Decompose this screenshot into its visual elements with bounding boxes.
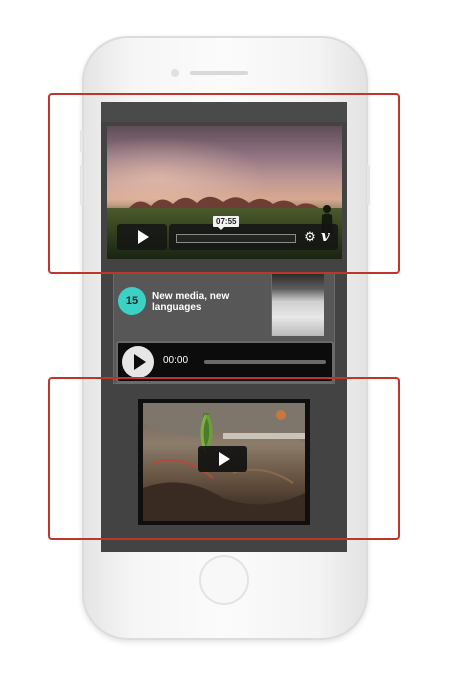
home-button[interactable] xyxy=(199,555,249,605)
audio-progress-track[interactable] xyxy=(204,360,326,364)
front-camera xyxy=(171,69,179,77)
earpiece-speaker xyxy=(190,71,248,75)
episode-number-badge: 15 xyxy=(118,287,146,315)
audio-time: 00:00 xyxy=(163,355,189,366)
audio-play-button[interactable] xyxy=(122,346,154,378)
highlight-frame-bottom xyxy=(48,377,400,540)
episode-thumbnail xyxy=(271,273,324,336)
podcast-card: 15 New media, new languages 00:00 xyxy=(113,272,335,384)
play-icon xyxy=(133,354,146,370)
episode-title[interactable]: New media, new languages xyxy=(152,291,270,313)
highlight-frame-top xyxy=(48,93,400,274)
